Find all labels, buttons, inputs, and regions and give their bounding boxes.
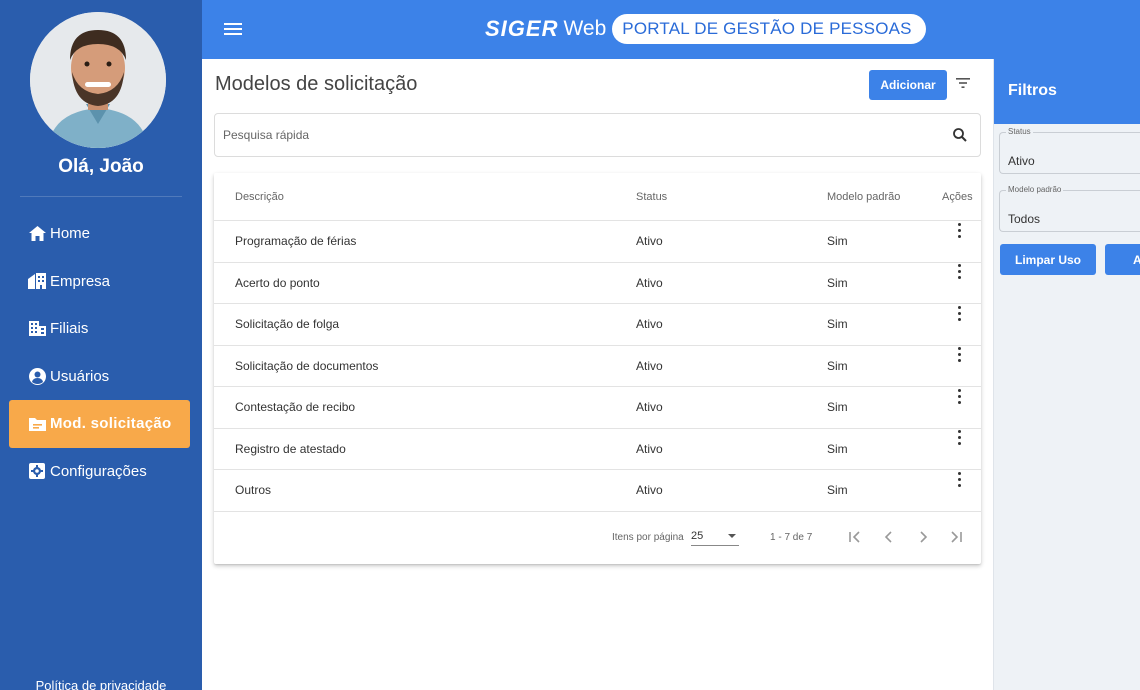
column-header-status[interactable]: Status xyxy=(636,173,667,220)
home-icon xyxy=(28,225,46,243)
previous-page-icon[interactable] xyxy=(881,512,897,563)
cell-status: Ativo xyxy=(636,275,663,290)
cell-descricao: Registro de atestado xyxy=(235,441,346,456)
sidebar-item-mod-solicitacao[interactable]: Mod. solicitação xyxy=(9,400,190,448)
sidebar-item-empresa[interactable]: Empresa xyxy=(0,258,202,306)
sidebar-item-filiais[interactable]: Filiais xyxy=(0,305,202,353)
cell-status: Ativo xyxy=(636,317,663,332)
avatar[interactable] xyxy=(30,12,166,148)
cell-descricao: Solicitação de folga xyxy=(235,317,340,332)
folder-icon xyxy=(28,415,46,433)
page-range: 1 - 7 de 7 xyxy=(770,531,813,543)
apply-filters-button[interactable]: A xyxy=(1105,244,1140,275)
filter-icon[interactable] xyxy=(954,74,972,92)
table-row[interactable]: Contestação de recibo Ativo Sim xyxy=(214,387,981,429)
paginator: Itens por página 25 1 - 7 de 7 xyxy=(214,512,981,563)
status-filter-value: Ativo xyxy=(1008,154,1035,168)
sidebar-item-label: Usuários xyxy=(50,367,110,385)
sidebar-item-configuracoes[interactable]: Configurações xyxy=(0,448,202,496)
cell-descricao: Contestação de recibo xyxy=(235,400,356,415)
first-page-icon[interactable] xyxy=(847,512,863,563)
table-row[interactable]: Solicitação de documentos Ativo Sim xyxy=(214,346,981,387)
page-size-value: 25 xyxy=(691,530,704,542)
menu-icon[interactable] xyxy=(224,20,242,38)
column-header-acoes: Ações xyxy=(942,190,973,203)
sidebar-item-home[interactable]: Home xyxy=(0,210,202,258)
modelo-filter-value: Todos xyxy=(1008,212,1041,226)
brand-logo: SIGER Web PORTAL DE GESTÃO DE PESSOAS xyxy=(485,14,926,44)
status-filter[interactable]: Status Ativo xyxy=(999,127,1140,174)
sidebar-item-label: Empresa xyxy=(50,272,111,290)
cell-status: Ativo xyxy=(636,358,663,373)
modelo-filter-label: Modelo padrão xyxy=(1006,185,1064,194)
last-page-icon[interactable] xyxy=(948,512,964,563)
next-page-icon[interactable] xyxy=(915,512,931,563)
cell-descricao: Outros xyxy=(235,483,272,498)
sidebar-item-usuarios[interactable]: Usuários xyxy=(0,353,202,401)
more-actions-icon[interactable] xyxy=(952,304,966,345)
sidebar: Olá, João Home Empresa Filiais Usuários xyxy=(0,0,202,690)
table-header: Descrição Status Modelo padrão Ações xyxy=(214,173,981,221)
cell-status: Ativo xyxy=(636,483,663,498)
cell-modelo: Sim xyxy=(827,400,848,415)
table-row[interactable]: Solicitação de folga Ativo Sim xyxy=(214,304,981,346)
clear-filters-button[interactable]: Limpar Uso xyxy=(1000,244,1096,275)
settings-icon xyxy=(28,462,46,480)
brand-web: Web xyxy=(563,17,607,40)
filters-title: Filtros xyxy=(1008,82,1057,99)
cell-descricao: Acerto do ponto xyxy=(235,275,320,290)
cell-status: Ativo xyxy=(636,400,663,415)
add-button[interactable]: Adicionar xyxy=(869,70,947,100)
requests-table: Descrição Status Modelo padrão Ações Pro… xyxy=(214,173,981,564)
table-row[interactable]: Outros Ativo Sim xyxy=(214,470,981,512)
cell-status: Ativo xyxy=(636,441,663,456)
cell-modelo: Sim xyxy=(827,358,848,373)
more-actions-icon[interactable] xyxy=(952,470,966,511)
search-icon[interactable] xyxy=(952,127,968,143)
column-header-descricao[interactable]: Descrição xyxy=(235,173,284,220)
filters-header: Filtros xyxy=(994,59,1140,124)
column-header-modelo[interactable]: Modelo padrão xyxy=(827,173,900,220)
building-icon xyxy=(28,272,46,290)
page-size-select[interactable]: 25 xyxy=(691,528,739,546)
sidebar-divider xyxy=(20,196,182,197)
sidebar-item-label: Configurações xyxy=(50,462,147,480)
cell-descricao: Programação de férias xyxy=(235,234,357,249)
branches-icon xyxy=(28,320,46,338)
sidebar-nav: Home Empresa Filiais Usuários Mod. solic… xyxy=(0,210,202,495)
sidebar-item-label: Filiais xyxy=(50,320,89,338)
cell-modelo: Sim xyxy=(827,275,848,290)
greeting: Olá, João xyxy=(58,156,144,177)
cell-status: Ativo xyxy=(636,234,663,249)
more-actions-icon[interactable] xyxy=(952,387,966,428)
top-header: SIGER Web PORTAL DE GESTÃO DE PESSOAS xyxy=(202,0,1140,59)
search-field xyxy=(214,113,981,157)
page-title: Modelos de solicitação xyxy=(215,73,418,95)
table-row[interactable]: Programação de férias Ativo Sim xyxy=(214,221,981,263)
more-actions-icon[interactable] xyxy=(952,346,966,387)
sidebar-item-label: Home xyxy=(50,225,91,243)
sidebar-item-label: Mod. solicitação xyxy=(50,415,172,433)
user-circle-icon xyxy=(28,367,46,385)
modelo-filter[interactable]: Modelo padrão Todos xyxy=(999,185,1140,232)
filters-panel: Filtros Status Ativo Modelo padrão Todos… xyxy=(993,59,1140,690)
brand-name: SIGER xyxy=(485,16,559,41)
table-row[interactable]: Acerto do ponto Ativo Sim xyxy=(214,263,981,304)
privacy-link[interactable]: Política de privacidade xyxy=(0,678,202,690)
cell-modelo: Sim xyxy=(827,441,848,456)
search-input[interactable] xyxy=(223,114,943,156)
portal-title: PORTAL DE GESTÃO DE PESSOAS xyxy=(612,14,926,44)
more-actions-icon[interactable] xyxy=(952,263,966,304)
items-per-page-label: Itens por página xyxy=(612,531,684,543)
cell-descricao: Solicitação de documentos xyxy=(235,358,379,373)
more-actions-icon[interactable] xyxy=(952,221,966,262)
status-filter-label: Status xyxy=(1006,127,1033,136)
cell-modelo: Sim xyxy=(827,234,848,249)
more-actions-icon[interactable] xyxy=(952,429,966,470)
table-row[interactable]: Registro de atestado Ativo Sim xyxy=(214,429,981,470)
cell-modelo: Sim xyxy=(827,483,848,498)
dropdown-arrow-icon xyxy=(728,534,736,538)
cell-modelo: Sim xyxy=(827,317,848,332)
